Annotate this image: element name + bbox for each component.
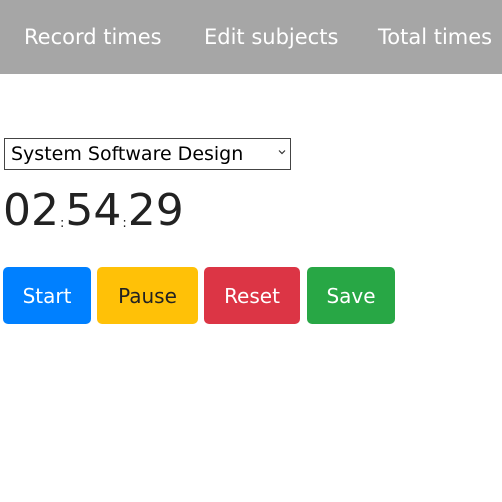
nav-record-times[interactable]: Record times [24,22,162,52]
pause-button[interactable]: Pause [97,267,198,324]
subject-select-value: System Software Design [11,143,244,165]
reset-button[interactable]: Reset [204,267,300,324]
timer-seconds: 29 [127,185,184,236]
timer-minutes: 54 [65,185,122,236]
timer-separator: : [122,216,127,231]
save-button[interactable]: Save [307,267,395,324]
timer-hours: 02 [3,185,59,236]
nav-edit-subjects[interactable]: Edit subjects [204,22,338,52]
top-navbar: Record times Edit subjects Total times [0,0,502,74]
timer-display: 02:54:29 [3,183,184,239]
nav-total-times[interactable]: Total times [378,22,492,52]
subject-select[interactable]: System Software Design [4,138,291,170]
start-button[interactable]: Start [3,267,91,324]
chevron-down-icon [278,150,286,155]
timer-separator: : [60,216,65,231]
